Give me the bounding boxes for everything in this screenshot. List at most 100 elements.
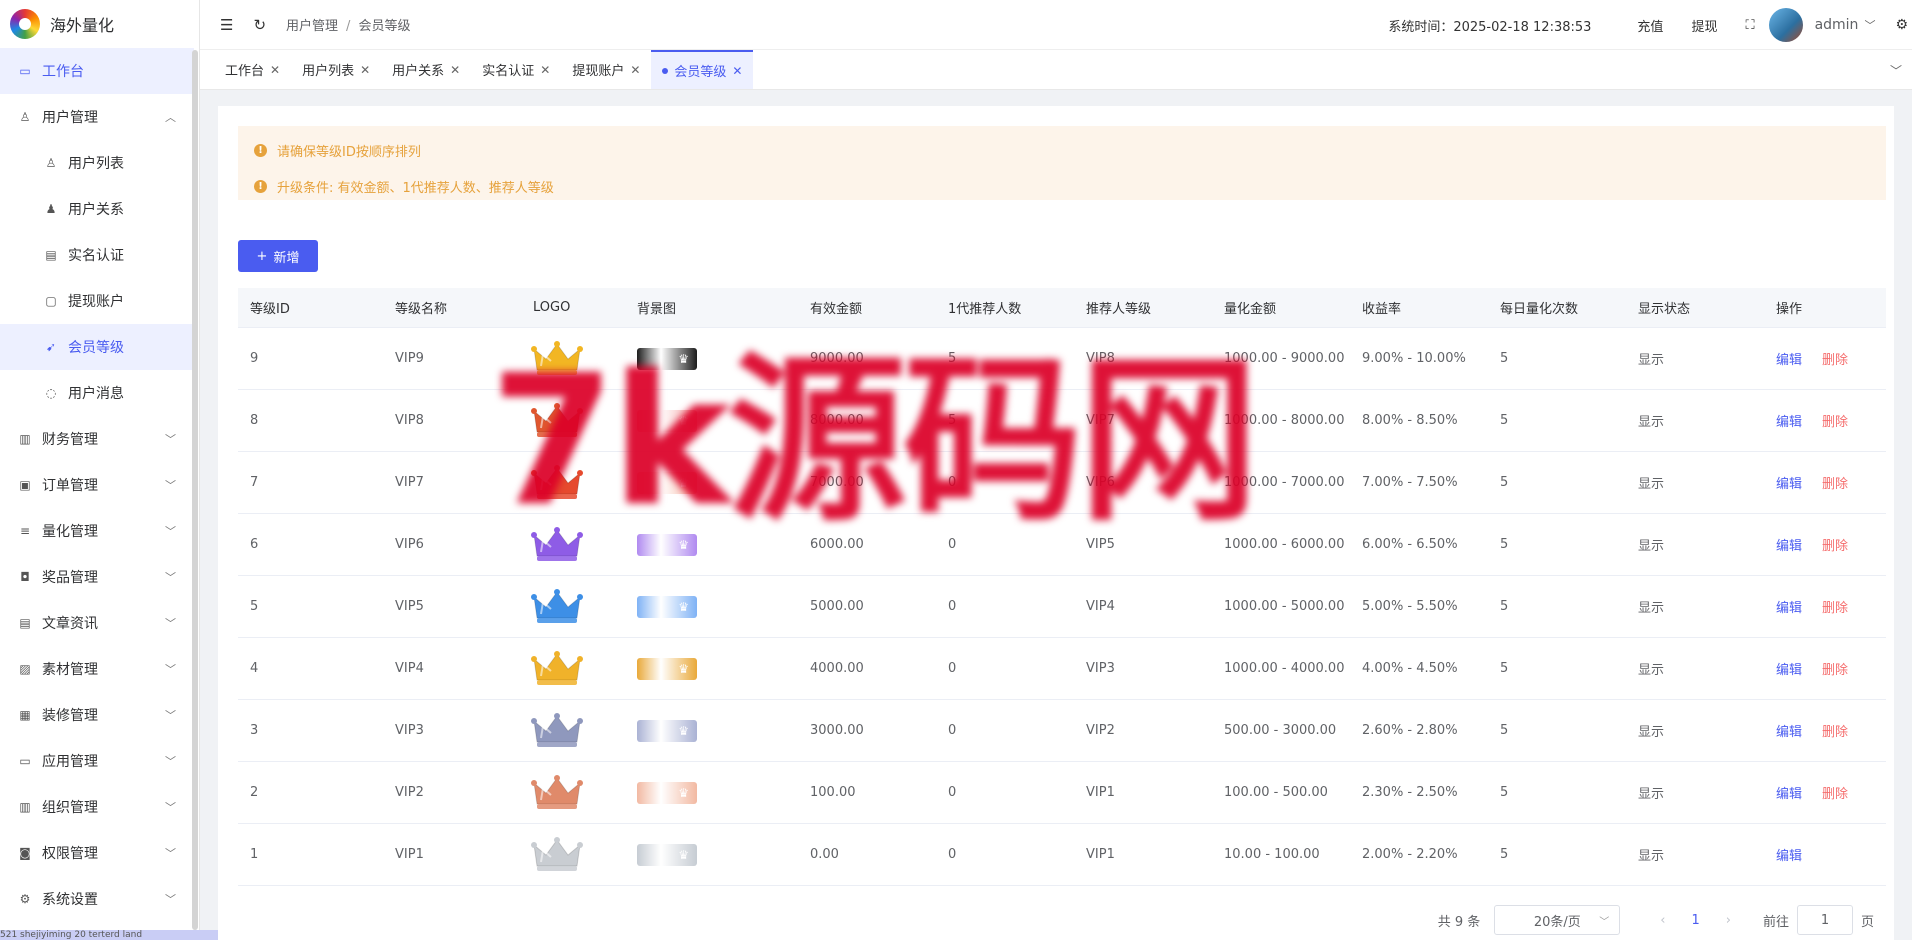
edit-button[interactable]: 编辑: [1776, 477, 1802, 492]
sidebar-item[interactable]: ▨ 素材管理 ﹀: [0, 646, 194, 692]
tab[interactable]: 会员等级 ✕: [651, 50, 754, 89]
sidebar-scrollbar[interactable]: [192, 50, 198, 930]
crown-icon: [531, 836, 625, 874]
next-page-icon[interactable]: ›: [1726, 913, 1731, 928]
close-icon[interactable]: ✕: [540, 63, 550, 77]
edit-button[interactable]: 编辑: [1776, 601, 1802, 616]
sidebar-item[interactable]: ≡ 量化管理 ﹀: [0, 508, 194, 554]
sidebar-item-label: 装修管理: [42, 708, 98, 724]
tab[interactable]: 实名认证 ✕: [471, 50, 561, 89]
close-icon[interactable]: ✕: [630, 63, 640, 77]
sidebar-item[interactable]: ➹ 会员等级: [0, 324, 194, 370]
crown-icon: [531, 774, 625, 812]
sidebar-item[interactable]: ▣ 订单管理 ﹀: [0, 462, 194, 508]
chevron-up-icon: ︿: [165, 111, 176, 124]
delete-button[interactable]: 删除: [1822, 725, 1848, 740]
cell-level-name: VIP2: [395, 785, 424, 800]
sidebar-item-label: 系统设置: [42, 892, 98, 908]
cell-level-name: VIP1: [395, 847, 424, 862]
sidebar-item[interactable]: ▥ 财务管理 ﹀: [0, 416, 194, 462]
page-number[interactable]: 1: [1691, 913, 1699, 928]
edit-button[interactable]: 编辑: [1776, 849, 1802, 864]
close-icon[interactable]: ✕: [270, 63, 280, 77]
add-button[interactable]: + 新增: [238, 240, 318, 272]
close-icon[interactable]: ✕: [450, 63, 460, 77]
cell-level-name: VIP5: [395, 599, 424, 614]
tab[interactable]: 提现账户 ✕: [561, 50, 651, 89]
sidebar-item[interactable]: ▢ 提现账户: [0, 278, 194, 324]
refresh-icon[interactable]: ↻: [253, 16, 266, 34]
cell-rate: 4.00% - 4.50%: [1362, 661, 1458, 676]
goto-input[interactable]: 1: [1796, 905, 1853, 935]
delete-button[interactable]: 删除: [1822, 539, 1848, 554]
cell-daily-count: 5: [1500, 537, 1509, 552]
warning-icon: !: [254, 143, 267, 157]
sidebar-item[interactable]: ◌ 用户消息: [0, 370, 194, 416]
edit-button[interactable]: 编辑: [1776, 539, 1802, 554]
tab[interactable]: 工作台 ✕: [214, 50, 291, 89]
avatar[interactable]: [1768, 8, 1803, 42]
cell-level-name: VIP3: [395, 723, 424, 738]
edit-button[interactable]: 编辑: [1776, 725, 1802, 740]
cell-referrals: 0: [948, 847, 957, 862]
chevron-down-icon[interactable]: ﹀: [1864, 17, 1875, 33]
recharge-button[interactable]: 充值: [1637, 16, 1663, 35]
delete-button[interactable]: 删除: [1822, 415, 1848, 430]
sidebar-item[interactable]: ▦ 装修管理 ﹀: [0, 692, 194, 738]
quant-icon: ≡: [19, 524, 31, 538]
sidebar-item[interactable]: ▤ 实名认证: [0, 232, 194, 278]
warning-icon: !: [254, 179, 267, 193]
sidebar-item[interactable]: ♙ 用户列表: [0, 140, 194, 186]
user-name[interactable]: admin: [1815, 17, 1859, 33]
chevron-down-icon: ﹀: [165, 663, 176, 676]
delete-button[interactable]: 删除: [1822, 601, 1848, 616]
cell-level-id: 6: [250, 537, 259, 552]
cell-daily-count: 5: [1500, 351, 1509, 366]
sidebar-item-label: 奖品管理: [42, 570, 98, 586]
sidebar-item[interactable]: ▭ 工作台: [0, 48, 194, 94]
sidebar-item[interactable]: ◘ 奖品管理 ﹀: [0, 554, 194, 600]
edit-button[interactable]: 编辑: [1776, 353, 1802, 368]
sidebar-item[interactable]: ♙ 用户管理 ︿: [0, 94, 194, 140]
cell-actions: 编辑 删除: [1764, 473, 1886, 492]
sidebar: 海外量化 ▭ 工作台 ♙ 用户管理 ︿ ♙ 用户列表 ♟ 用户关系 ▤ 实名认证 ▢ 提现账户 ➹ 会员等级…: [0, 0, 200, 940]
breadcrumb-item[interactable]: 用户管理: [286, 19, 338, 34]
cell-daily-count: 5: [1500, 723, 1509, 738]
close-icon[interactable]: ✕: [360, 63, 370, 77]
delete-button[interactable]: 删除: [1822, 477, 1848, 492]
edit-button[interactable]: 编辑: [1776, 415, 1802, 430]
delete-button[interactable]: 删除: [1822, 663, 1848, 678]
sidebar-item[interactable]: ◙ 权限管理 ﹀: [0, 830, 194, 876]
users-relation-icon: ♟: [45, 202, 57, 216]
tab-label: 工作台: [225, 64, 265, 79]
delete-button[interactable]: 删除: [1822, 787, 1848, 802]
tab[interactable]: 用户关系 ✕: [381, 50, 471, 89]
sidebar-item[interactable]: ▥ 组织管理 ﹀: [0, 784, 194, 830]
app-logo[interactable]: 海外量化: [0, 0, 199, 48]
delete-button[interactable]: 删除: [1822, 353, 1848, 368]
sidebar-item[interactable]: ▭ 应用管理 ﹀: [0, 738, 194, 784]
watermark: 7k源码网: [490, 337, 1259, 546]
sidebar-item[interactable]: ▤ 文章资讯 ﹀: [0, 600, 194, 646]
tabs-menu-icon[interactable]: ﹀: [1890, 62, 1902, 79]
sidebar-item[interactable]: ⚙ 系统设置 ﹀: [0, 876, 194, 922]
tab[interactable]: 用户列表 ✕: [291, 50, 381, 89]
rocket-icon: ➹: [45, 340, 57, 354]
column-header: 显示状态: [1638, 302, 1691, 317]
cell-status: 显示: [1638, 477, 1665, 492]
gear-icon[interactable]: ⚙: [1895, 17, 1908, 33]
edit-button[interactable]: 编辑: [1776, 787, 1802, 802]
menu-fold-icon[interactable]: ☰: [220, 16, 233, 34]
cell-bg-image: ♛: [625, 595, 798, 618]
edit-button[interactable]: 编辑: [1776, 663, 1802, 678]
tab-label: 会员等级: [674, 65, 727, 80]
close-icon[interactable]: ✕: [732, 64, 742, 78]
withdraw-button[interactable]: 提现: [1691, 16, 1717, 35]
crown-icon: [531, 588, 625, 626]
sidebar-item[interactable]: ♟ 用户关系: [0, 186, 194, 232]
prev-page-icon[interactable]: ‹: [1660, 913, 1665, 928]
cell-actions: 编辑 删除: [1764, 721, 1886, 740]
page-size-select[interactable]: 20条/页 ﹀: [1494, 905, 1621, 935]
fullscreen-icon[interactable]: ⛶: [1745, 18, 1754, 33]
chevron-down-icon: ﹀: [165, 617, 176, 630]
